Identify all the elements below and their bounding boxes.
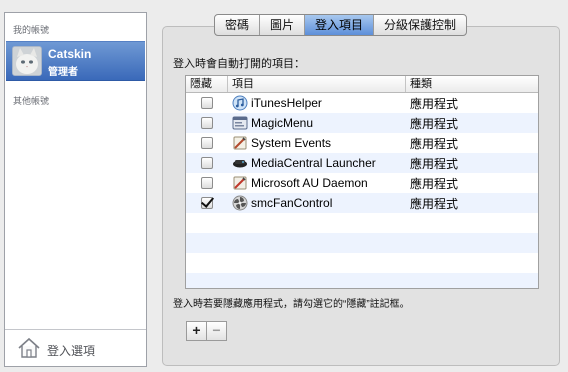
hide-checkbox[interactable] [201,177,213,189]
hide-checkbox[interactable] [201,197,213,209]
login-items-description: 登入時會自動打開的項目： [173,58,305,70]
table-row[interactable]: System Events 應用程式 [186,133,538,153]
itunes-helper-icon [232,95,248,111]
item-name: MagicMenu [251,116,314,130]
magic-menu-icon [232,115,248,131]
fan-control-icon [232,195,248,211]
login-items-table: 隱藏 項目 種類 iTunesHelper 應用程式 MagicMenu 應用程… [185,75,539,289]
mediacentral-icon [232,155,248,171]
item-kind: 應用程式 [410,196,459,211]
account-row-catskin[interactable]: Catskin 管理者 [6,41,145,81]
column-header-hide[interactable]: 隱藏 [186,76,228,92]
item-name: iTunesHelper [251,96,322,110]
my-account-header: 我的帳號 [13,25,50,35]
item-kind: 應用程式 [410,176,459,191]
table-row[interactable]: iTunesHelper 應用程式 [186,93,538,113]
add-remove-control: + − [186,321,227,341]
remove-item-button[interactable]: − [206,322,226,340]
hide-hint-text: 登入時若要隱藏應用程式，請勾選它的“隱藏”註記框。 [173,299,410,310]
item-kind: 應用程式 [410,156,459,171]
item-kind: 應用程式 [410,136,459,151]
empty-row [186,233,538,253]
login-options-button[interactable]: 登入選項 [5,329,146,366]
microsoft-au-icon [232,175,248,191]
other-accounts-header: 其他帳號 [13,96,50,106]
hide-checkbox[interactable] [201,97,213,109]
hide-checkbox[interactable] [201,137,213,149]
tab-parental-controls[interactable]: 分級保護控制 [374,15,466,35]
avatar [12,46,42,76]
column-header-item[interactable]: 項目 [228,76,406,92]
system-events-icon [232,135,248,151]
hide-checkbox[interactable] [201,117,213,129]
tab-login-items[interactable]: 登入項目 [305,15,375,35]
item-name: MediaCentral Launcher [251,156,376,170]
item-name: Microsoft AU Daemon [251,176,368,190]
accounts-sidebar: 我的帳號 Catskin 管理者 其他帳號 登入選項 [4,12,147,367]
item-name: System Events [251,136,332,150]
tab-password[interactable]: 密碼 [215,15,261,35]
table-row[interactable]: MagicMenu 應用程式 [186,113,538,133]
account-role: 管理者 [48,67,78,78]
home-icon [17,336,41,360]
item-kind: 應用程式 [410,116,459,131]
empty-row [186,273,538,288]
empty-row [186,213,538,233]
table-header: 隱藏 項目 種類 [186,76,538,93]
table-row[interactable]: smcFanControl 應用程式 [186,193,538,213]
tab-picture[interactable]: 圖片 [260,15,306,35]
add-item-button[interactable]: + [187,322,206,340]
login-options-label: 登入選項 [47,344,96,358]
column-header-kind[interactable]: 種類 [406,76,538,92]
item-name: smcFanControl [251,196,333,210]
hide-checkbox[interactable] [201,157,213,169]
account-name: Catskin [48,47,92,61]
empty-row [186,253,538,273]
item-kind: 應用程式 [410,96,459,111]
tab-bar: 密碼 圖片 登入項目 分級保護控制 [214,14,468,36]
table-row[interactable]: MediaCentral Launcher 應用程式 [186,153,538,173]
table-row[interactable]: Microsoft AU Daemon 應用程式 [186,173,538,193]
